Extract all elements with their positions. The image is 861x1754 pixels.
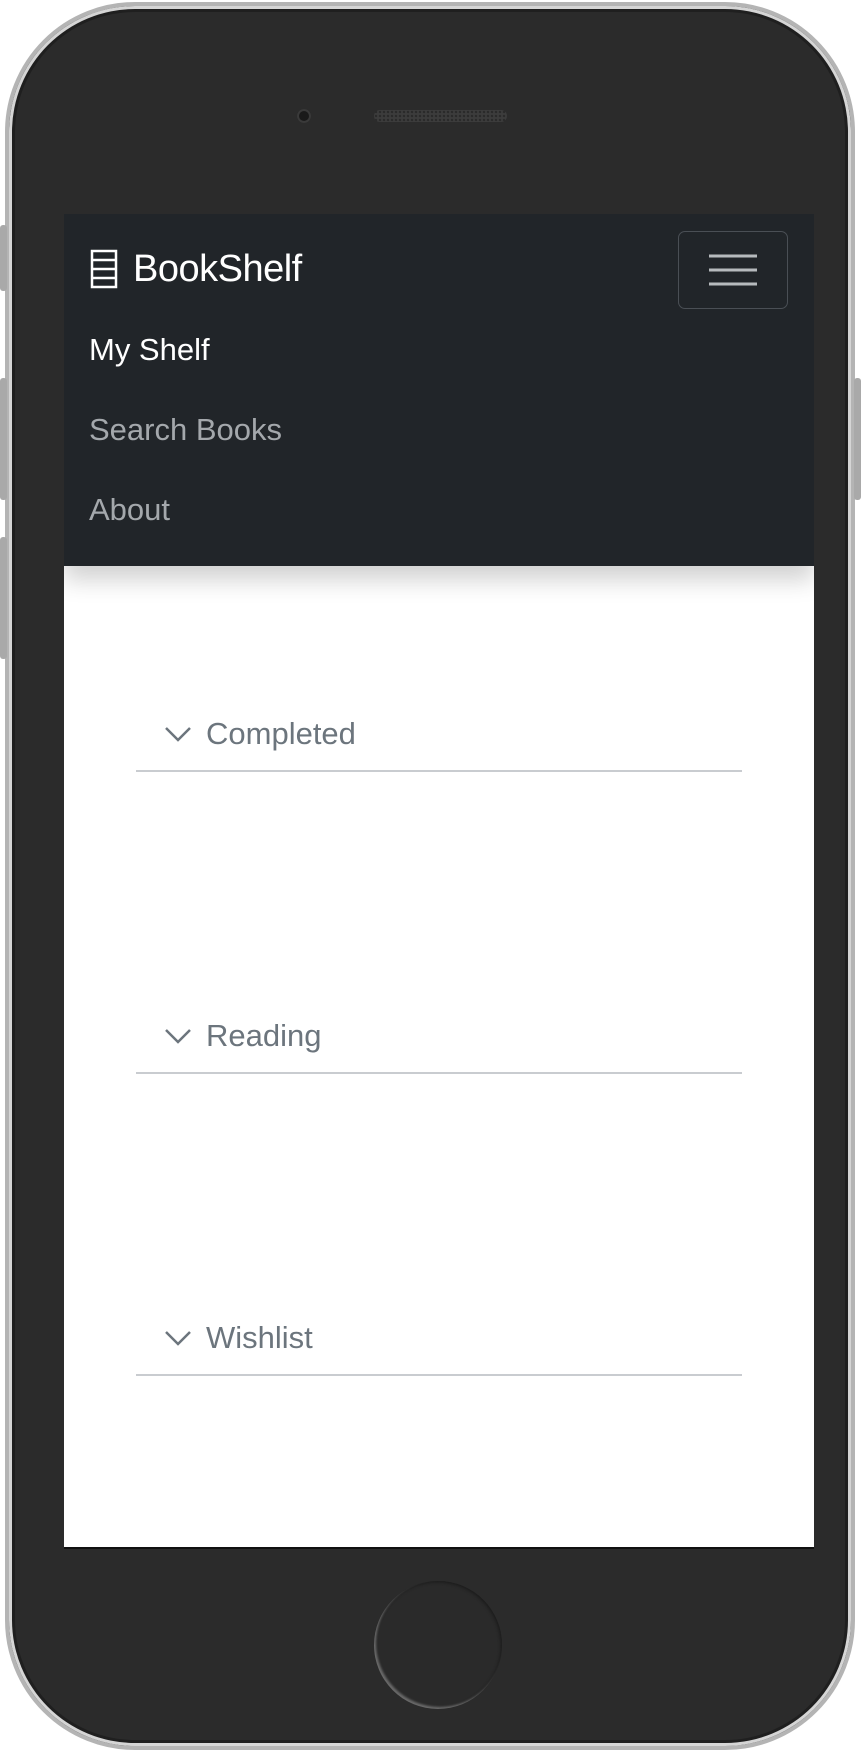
shelf-label: Wishlist bbox=[206, 1320, 313, 1355]
earpiece-speaker bbox=[374, 110, 507, 122]
volume-down-button bbox=[0, 537, 7, 659]
nav-item-my-shelf[interactable]: My Shelf bbox=[89, 332, 210, 368]
nav-item-search-books[interactable]: Search Books bbox=[89, 412, 282, 448]
phone-frame: BookShelf My Shelf Search Books About Co… bbox=[5, 2, 855, 1750]
bookshelf-icon bbox=[90, 249, 118, 289]
shelf-label: Reading bbox=[206, 1018, 322, 1053]
brand-name: BookShelf bbox=[133, 247, 302, 290]
chevron-down-icon bbox=[165, 1029, 191, 1044]
power-button bbox=[854, 378, 861, 500]
front-camera bbox=[297, 109, 311, 123]
shelf-section-completed: Completed bbox=[136, 682, 742, 772]
silent-switch bbox=[0, 225, 7, 291]
chevron-down-icon bbox=[165, 1331, 191, 1346]
shelf-toggle-reading[interactable]: Reading bbox=[164, 1018, 321, 1054]
shelf-toggle-completed[interactable]: Completed bbox=[164, 716, 356, 752]
navbar-toggler-button[interactable] bbox=[678, 231, 788, 309]
hamburger-icon bbox=[709, 254, 757, 286]
shelf-section-wishlist: Wishlist bbox=[136, 1286, 742, 1376]
shelf-toggle-wishlist[interactable]: Wishlist bbox=[164, 1320, 313, 1356]
home-button[interactable] bbox=[374, 1581, 502, 1709]
navbar: BookShelf My Shelf Search Books About bbox=[64, 214, 814, 566]
shelf-label: Completed bbox=[206, 716, 356, 751]
app-screen: BookShelf My Shelf Search Books About Co… bbox=[64, 214, 814, 1549]
chevron-down-icon bbox=[165, 727, 191, 742]
volume-up-button bbox=[0, 378, 7, 500]
shelf-section-reading: Reading bbox=[136, 984, 742, 1074]
nav-item-about[interactable]: About bbox=[89, 492, 170, 528]
brand-link[interactable]: BookShelf bbox=[89, 244, 302, 294]
